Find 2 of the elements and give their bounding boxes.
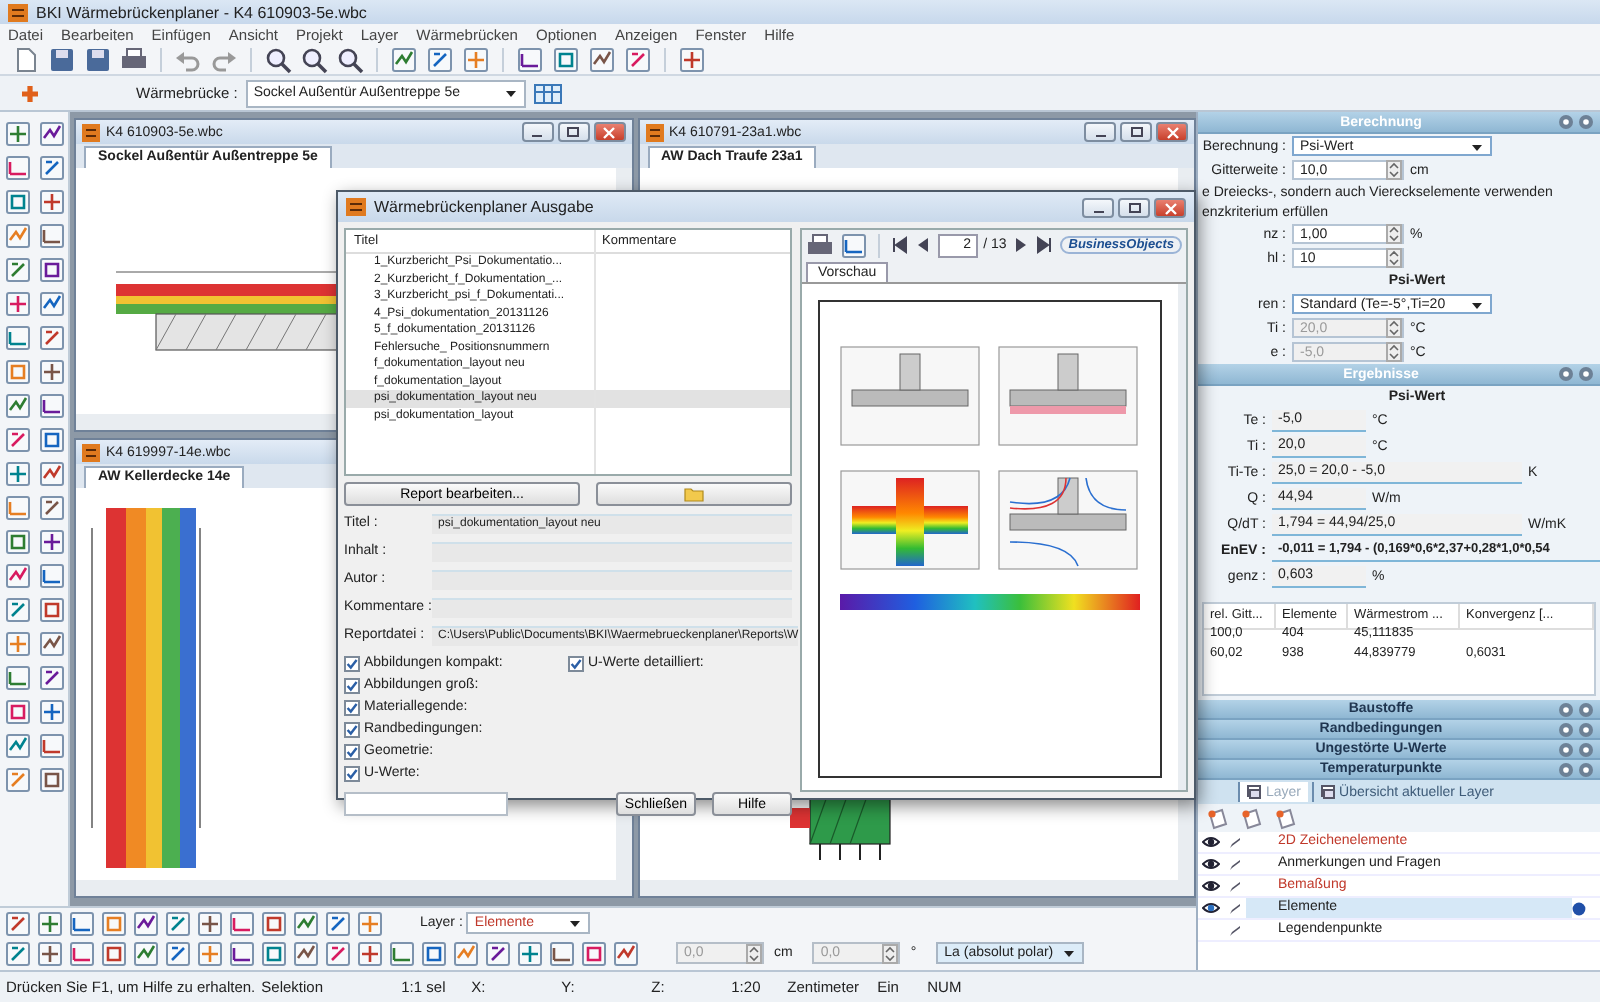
window-title: BKI Wärmebrückenplaner - K4 610903-5e.wbc	[36, 3, 367, 21]
dialog-title: Wärmebrückenplaner Ausgabe	[374, 198, 596, 216]
